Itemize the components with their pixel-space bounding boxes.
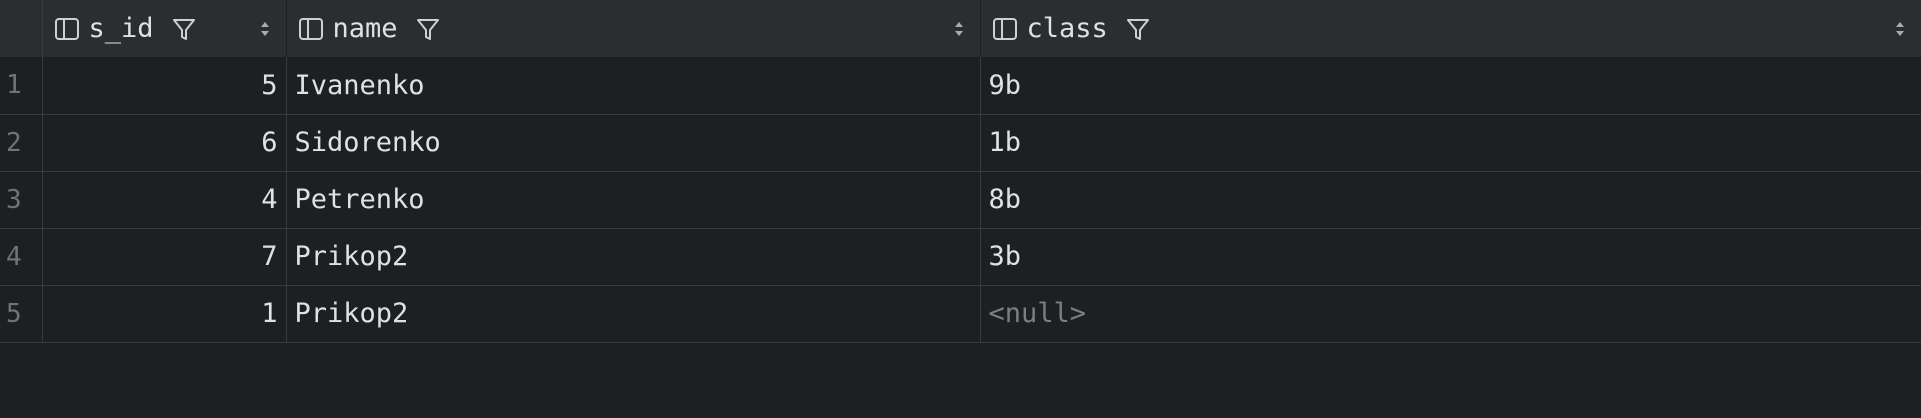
results-table: s_id name class 1 5 Ivanenko 9b 2 6 Sido… (0, 0, 1921, 343)
cell-class[interactable]: 9b (980, 57, 1921, 115)
column-header-label: class (1026, 13, 1108, 44)
cell-name[interactable]: Prikop2 (286, 285, 981, 343)
results-grid: s_id name class 1 5 Ivanenko 9b 2 6 Sido… (0, 0, 1921, 418)
table-row[interactable]: 3 4 Petrenko 8b (0, 171, 1921, 229)
table-row[interactable]: 5 1 Prikop2 <null> (0, 285, 1921, 343)
column-icon (54, 17, 79, 40)
row-number: 1 (0, 57, 43, 115)
header-row: s_id name class (0, 0, 1921, 57)
table-row[interactable]: 4 7 Prikop2 3b (0, 228, 1921, 286)
filter-icon[interactable] (170, 15, 198, 43)
cell-s-id[interactable]: 7 (42, 228, 287, 286)
cell-s-id[interactable]: 5 (42, 57, 287, 115)
sort-icon[interactable] (258, 19, 272, 39)
row-number: 2 (0, 114, 43, 172)
cell-name[interactable]: Prikop2 (286, 228, 981, 286)
column-header-name[interactable]: name (286, 0, 981, 57)
cell-s-id[interactable]: 1 (42, 285, 287, 343)
row-number-header[interactable] (0, 0, 43, 57)
filter-icon[interactable] (414, 15, 442, 43)
column-header-label: name (332, 13, 398, 44)
sort-icon[interactable] (1893, 19, 1907, 39)
row-number: 3 (0, 171, 43, 229)
table-row[interactable]: 1 5 Ivanenko 9b (0, 57, 1921, 115)
row-number: 5 (0, 285, 43, 343)
column-icon (298, 17, 323, 40)
cell-class[interactable]: 3b (980, 228, 1921, 286)
cell-s-id[interactable]: 6 (42, 114, 287, 172)
filter-icon[interactable] (1124, 15, 1152, 43)
column-icon (992, 17, 1017, 40)
cell-class[interactable]: 1b (980, 114, 1921, 172)
cell-name[interactable]: Ivanenko (286, 57, 981, 115)
cell-name[interactable]: Sidorenko (286, 114, 981, 172)
sort-icon[interactable] (952, 19, 966, 39)
row-number: 4 (0, 228, 43, 286)
cell-class[interactable]: 8b (980, 171, 1921, 229)
column-header-label: s_id (88, 13, 154, 44)
cell-class-null[interactable]: <null> (980, 285, 1921, 343)
column-header-class[interactable]: class (980, 0, 1921, 57)
table-row[interactable]: 2 6 Sidorenko 1b (0, 114, 1921, 172)
column-header-s-id[interactable]: s_id (42, 0, 287, 57)
cell-s-id[interactable]: 4 (42, 171, 287, 229)
cell-name[interactable]: Petrenko (286, 171, 981, 229)
